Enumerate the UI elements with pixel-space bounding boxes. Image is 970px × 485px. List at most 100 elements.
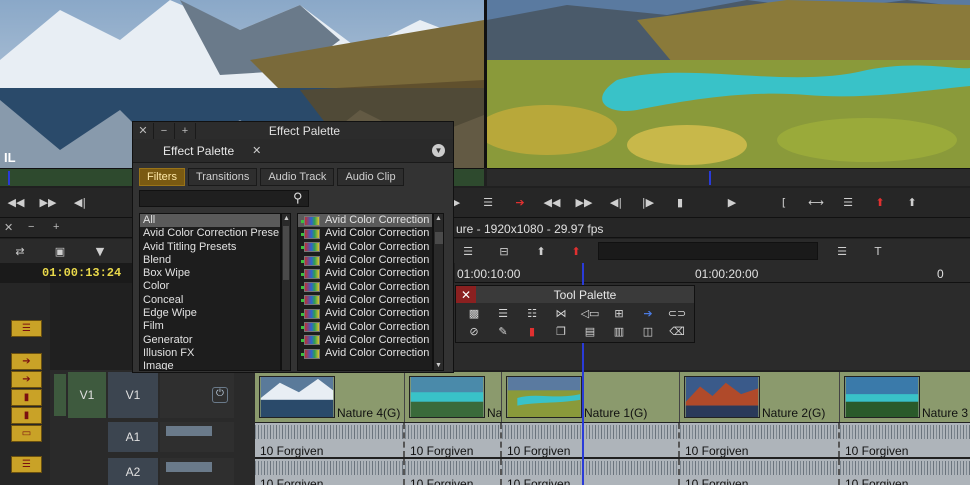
a1-waveform-icon[interactable] <box>166 426 212 436</box>
frame-forward-icon[interactable]: |▶ <box>636 193 660 213</box>
tab-transitions[interactable]: Transitions <box>187 168 258 186</box>
effect-item[interactable]: Avid Color Correction <box>298 227 432 240</box>
effect-item[interactable]: Avid Color Correction <box>298 241 432 254</box>
tab-audio-track[interactable]: Audio Track <box>260 168 335 186</box>
category-item[interactable]: Avid Color Correction Prese <box>140 227 280 240</box>
category-item[interactable]: Box Wipe <box>140 267 280 280</box>
effect-scrollbar[interactable]: ▲ ▼ <box>433 213 444 371</box>
search-icon[interactable]: ⚲ <box>293 190 303 206</box>
category-item[interactable]: Edge Wipe <box>140 307 280 320</box>
effect-item[interactable]: Avid Color Correction <box>298 280 432 293</box>
v1-source-patch[interactable] <box>54 374 66 416</box>
composer-icon[interactable]: ☰ <box>11 320 42 337</box>
extract-icon[interactable]: ➔ <box>508 193 532 213</box>
effect-item[interactable]: Avid Color Correction <box>298 254 432 267</box>
audio-clip[interactable]: 10 Forgiven <box>502 459 680 485</box>
category-item[interactable]: Film <box>140 320 280 333</box>
trim-icon[interactable]: ▭ <box>11 425 42 442</box>
timeline-maximize-icon[interactable]: + <box>53 221 59 233</box>
search-input[interactable] <box>139 190 309 207</box>
track-monitor-icon[interactable]: ⏻ <box>212 387 228 403</box>
palette-menu-icon[interactable]: ▼ <box>432 144 445 157</box>
timeline-ruler[interactable]: 01:00:10:00 01:00:20:00 0 <box>455 263 970 283</box>
monitor-icon[interactable]: ◫ <box>634 323 662 340</box>
step-back-frame-icon[interactable]: ◀| <box>68 193 92 213</box>
render-icon[interactable]: ▥ <box>605 323 633 340</box>
palette-tab-close-icon[interactable]: ✕ <box>252 144 261 157</box>
scroll-up-icon[interactable]: ▲ <box>435 215 442 222</box>
category-item[interactable]: Avid Titling Presets <box>140 241 280 254</box>
v1-source-label[interactable]: V1 <box>68 372 106 418</box>
category-item[interactable]: Image <box>140 360 280 370</box>
extract-splice-segment-icon[interactable]: ➔ <box>11 371 42 388</box>
audio-clip[interactable]: 10 Forgiven <box>840 459 970 485</box>
grid-icon[interactable]: ⊞ <box>605 305 633 322</box>
category-item[interactable]: Blend <box>140 254 280 267</box>
red-marker-icon[interactable]: ▮ <box>518 323 546 340</box>
extract-toolbar-icon[interactable]: ⊟ <box>492 241 516 261</box>
splice-toolbar-icon[interactable]: ⬆ <box>529 241 553 261</box>
mark-in-icon[interactable]: [ <box>772 193 796 213</box>
scroll-thumb[interactable] <box>435 232 443 244</box>
step-forward-icon[interactable]: ▶▶ <box>36 193 60 213</box>
scroll-down-icon[interactable]: ▼ <box>435 362 442 369</box>
video-clip[interactable]: Na <box>405 372 502 422</box>
palette-tab-title[interactable]: Effect Palette <box>163 144 234 158</box>
video-clip[interactable]: Nature 4(G) <box>255 372 405 422</box>
overwrite-toolbar-icon[interactable]: ⬆ <box>564 241 588 261</box>
bottom-tool-icon[interactable]: ☰ <box>11 456 42 473</box>
lift-icon[interactable]: ☰ <box>476 193 500 213</box>
category-item[interactable]: Color <box>140 280 280 293</box>
category-item[interactable]: Generator <box>140 334 280 347</box>
effect-item[interactable]: Avid Color Correction <box>298 347 432 360</box>
arrow-icon[interactable]: ➔ <box>634 305 662 322</box>
mark-clip-icon-2[interactable]: ⟷ <box>804 193 828 213</box>
a2-label[interactable]: A2 <box>108 458 158 485</box>
eraser-icon[interactable]: ⌫ <box>663 323 691 340</box>
effect-item[interactable]: Avid Color Correction <box>298 320 432 333</box>
overwrite-icon[interactable]: ⬆ <box>868 193 892 213</box>
effect-item[interactable]: Avid Color Correction <box>298 267 432 280</box>
effect-item[interactable]: Avid Color Correction <box>298 334 432 347</box>
lift-tool-icon[interactable]: ☷ <box>518 305 546 322</box>
mark-clip-icon[interactable]: ▮ <box>668 193 692 213</box>
tool-palette-close-icon[interactable]: ✕ <box>456 286 476 303</box>
add-edit-icon[interactable]: ☰ <box>489 305 517 322</box>
video-clip[interactable]: Nature 2(G) <box>680 372 840 422</box>
record-position-indicator[interactable] <box>709 171 711 185</box>
a2-waveform-icon[interactable] <box>166 462 212 472</box>
category-list[interactable]: All Avid Color Correction Prese Avid Titli… <box>139 213 281 371</box>
step-back-icon[interactable]: ◀◀ <box>4 193 28 213</box>
tab-filters[interactable]: Filters <box>139 168 185 186</box>
yellow-segment-icon[interactable]: ▮ <box>11 407 42 424</box>
lift-toolbar-icon[interactable]: ☰ <box>456 241 480 261</box>
step-forward-icon[interactable]: ▶▶ <box>572 193 596 213</box>
scroll-up-icon[interactable]: ▲ <box>283 215 290 222</box>
link-icon[interactable]: ⊂⊃ <box>663 305 691 322</box>
audio-clip[interactable]: 10 Forgiven <box>840 423 970 457</box>
a1-label[interactable]: A1 <box>108 422 158 452</box>
maximize-icon[interactable]: + <box>175 122 196 139</box>
tab-audio-clip[interactable]: Audio Clip <box>337 168 404 186</box>
category-item[interactable]: Illusion FX <box>140 347 280 360</box>
clip-icon[interactable]: ▣ <box>48 241 72 261</box>
close-icon[interactable]: ✕ <box>133 122 154 139</box>
audio-clip[interactable]: 10 Forgiven <box>255 423 405 457</box>
v1-track[interactable]: Nature 4(G) Na Nature 1(G) Nature 2(G) N… <box>255 372 970 422</box>
a2-track[interactable]: 10 Forgiven 10 Forgiven 10 Forgiven 10 F… <box>255 459 970 485</box>
scroll-thumb[interactable] <box>283 226 289 280</box>
category-item[interactable]: Conceal <box>140 294 280 307</box>
play-icon[interactable]: ▶ <box>720 193 744 213</box>
disable-icon[interactable]: ⊘ <box>460 323 488 340</box>
timeline-minimize-icon[interactable]: − <box>28 221 34 233</box>
category-scrollbar[interactable]: ▲ <box>281 213 291 371</box>
match-frame-icon[interactable]: ◁▭ <box>576 305 604 322</box>
record-scrub-bar[interactable] <box>487 168 970 186</box>
effect-item[interactable]: Avid Color Correction <box>298 294 432 307</box>
effect-item[interactable]: Avid Color Correction <box>298 307 432 320</box>
video-clip[interactable]: Nature 1(G) <box>502 372 680 422</box>
copy-icon[interactable]: ❐ <box>547 323 575 340</box>
track-monitor-icon[interactable]: ⇄ <box>8 241 32 261</box>
splice-icon[interactable]: ⬆ <box>900 193 924 213</box>
source-position-indicator[interactable] <box>8 171 10 185</box>
